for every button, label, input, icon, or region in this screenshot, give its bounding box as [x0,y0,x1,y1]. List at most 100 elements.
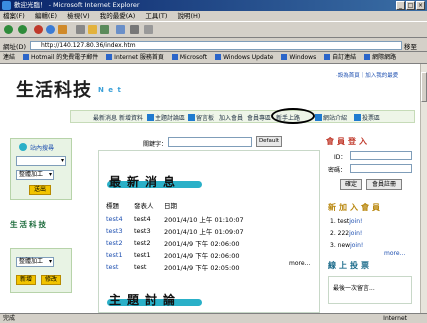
nav-about[interactable]: 網站介紹 [315,113,347,122]
new-members-title: 新加入會員 [328,202,383,212]
page-icon [364,54,371,60]
row-title[interactable]: test4 [105,213,133,225]
table-row: test1 test1 2001/4/9 下午 02:06:00 [105,249,315,261]
highlight-circle [271,108,315,124]
address-input[interactable]: http://140.127.80.36/index.htm [30,41,402,50]
col-title: 標題 [106,202,119,210]
menu-help[interactable]: 說明(H) [178,12,201,20]
menu-edit[interactable]: 編輯(E) [35,12,57,20]
address-bar: 網址(D) http://140.127.80.36/index.htm 移至 [0,39,427,52]
maximize-button[interactable]: □ [406,1,415,10]
mail-icon[interactable] [116,25,125,34]
poll-box: 最後一次留言... [328,276,412,304]
row-date: 2001/4/10 上午 01:09:07 [164,228,244,236]
news-more-link[interactable]: more... [289,260,310,267]
links-bar: 連結 Hotmail 的免費電子郵件 Internet 服務首頁 Microso… [0,52,427,64]
link-web[interactable]: 網際網路 [364,54,396,61]
main-content: 關鍵字： Default 最新消息 標題 發表人 日期 test4 test4 [98,136,320,313]
menu-favorites[interactable]: 我的最愛(A) [100,12,136,20]
page-icon [106,54,113,60]
list-item[interactable]: 2. 222join! [330,230,362,237]
print-icon[interactable] [130,25,139,34]
search-icon[interactable] [76,25,85,34]
left-sidebar: 站內搜尋 整體加工 送出 生活科技 整體加工 新增 修改 [10,138,72,313]
link-custom[interactable]: 自訂連結 [324,54,356,61]
link-windows-update[interactable]: Windows Update [215,54,273,61]
row-title[interactable]: test [105,261,133,273]
menu-tools[interactable]: 工具(T) [145,12,167,20]
nav-news[interactable]: 最新消息 [93,113,117,122]
favorites-icon[interactable] [88,25,97,34]
links-label: 連結 [3,54,16,61]
nav-add-data[interactable]: 新增資料 [119,113,143,122]
id-input[interactable] [350,151,412,160]
back-icon[interactable] [4,25,13,34]
search-text-input[interactable] [16,156,66,166]
go-button[interactable]: 移至 [404,41,417,51]
default-button[interactable]: Default [256,136,282,147]
row-author: test1 [134,251,151,259]
submit-button[interactable]: 送出 [29,185,51,195]
poll-text: 最後一次留言... [333,285,375,292]
nav-icon [147,114,154,121]
nav-icon [315,114,322,121]
vertical-scrollbar[interactable] [420,64,427,313]
row-title[interactable]: test1 [105,249,133,261]
menu-view[interactable]: 檢視(V) [67,12,90,20]
stop-icon[interactable] [34,25,43,34]
minimize-button[interactable]: _ [396,1,405,10]
search-title: 站內搜尋 [30,145,55,152]
window-title-bar: 歡迎光臨！ - Microsoft Internet Explorer [0,0,427,11]
history-icon[interactable] [100,25,109,34]
refresh-icon[interactable] [46,25,55,34]
forum-title: 主題討論 [109,293,182,307]
link-microsoft[interactable]: Microsoft [171,54,207,61]
news-table: 標題 發表人 日期 test4 test4 2001/4/10 上午 01:10… [105,199,315,273]
edit-icon[interactable] [144,25,153,34]
link-windows[interactable]: Windows [281,54,316,61]
members-more-link[interactable]: more... [384,250,405,257]
password-label: 密碼： [328,167,347,174]
site-logo[interactable]: 生活科技 [16,76,92,102]
keyword-input[interactable] [168,137,252,147]
row-title[interactable]: test2 [105,237,133,249]
ie-logo-icon [2,1,11,10]
top-links[interactable]: ‧設為首頁｜加入我的最愛 [336,71,398,79]
add-button[interactable]: 新增 [16,275,36,285]
page-icon [215,54,222,60]
row-title[interactable]: test3 [105,225,133,237]
table-row: test4 test4 2001/4/10 上午 01:10:07 [105,213,315,225]
table-row: test2 test2 2001/4/9 下午 02:06:00 [105,237,315,249]
link-internet-start[interactable]: Internet 服務首頁 [106,54,164,61]
login-ok-button[interactable]: 確定 [340,179,362,190]
col-author: 發表人 [134,202,154,210]
id-label: ID： [334,154,347,161]
nav-vote[interactable]: 投票區 [354,113,380,122]
table-row: test3 test3 2001/4/10 上午 01:09:07 [105,225,315,237]
nav-guestbook[interactable]: 留言板 [188,113,214,122]
right-sidebar: 會員登入 ID： 密碼： 確定 會員註冊 新加入會員 1. testjoin! … [326,136,416,313]
scrollbar-thumb[interactable] [421,72,427,102]
register-button[interactable]: 會員註冊 [366,179,402,190]
page-icon [324,54,331,60]
list-item[interactable]: 3. newjoin! [330,242,363,249]
nav-member[interactable]: 會員專區 [247,113,271,122]
section-title-tech: 生活科技 [10,220,48,229]
row-author: test4 [134,215,151,223]
edit-button[interactable]: 修改 [41,275,61,285]
row-date: 2001/4/10 上午 01:10:07 [164,216,244,224]
password-input[interactable] [350,164,412,173]
close-button[interactable]: × [416,1,425,10]
page-icon [281,54,288,60]
list-item[interactable]: 1. testjoin! [330,218,362,225]
link-hotmail[interactable]: Hotmail 的免費電子郵件 [22,54,98,61]
forward-icon[interactable] [18,25,27,34]
nav-join[interactable]: 加入會員 [219,113,243,122]
category-select-2[interactable]: 整體加工 [16,257,54,267]
col-date: 日期 [164,202,177,210]
nav-forum[interactable]: 主題討論區 [147,113,185,122]
category-panel: 整體加工 新增 修改 [10,248,72,293]
home-icon[interactable] [58,25,67,34]
category-select[interactable]: 整體加工 [16,170,54,180]
menu-file[interactable]: 檔案(F) [3,12,25,20]
